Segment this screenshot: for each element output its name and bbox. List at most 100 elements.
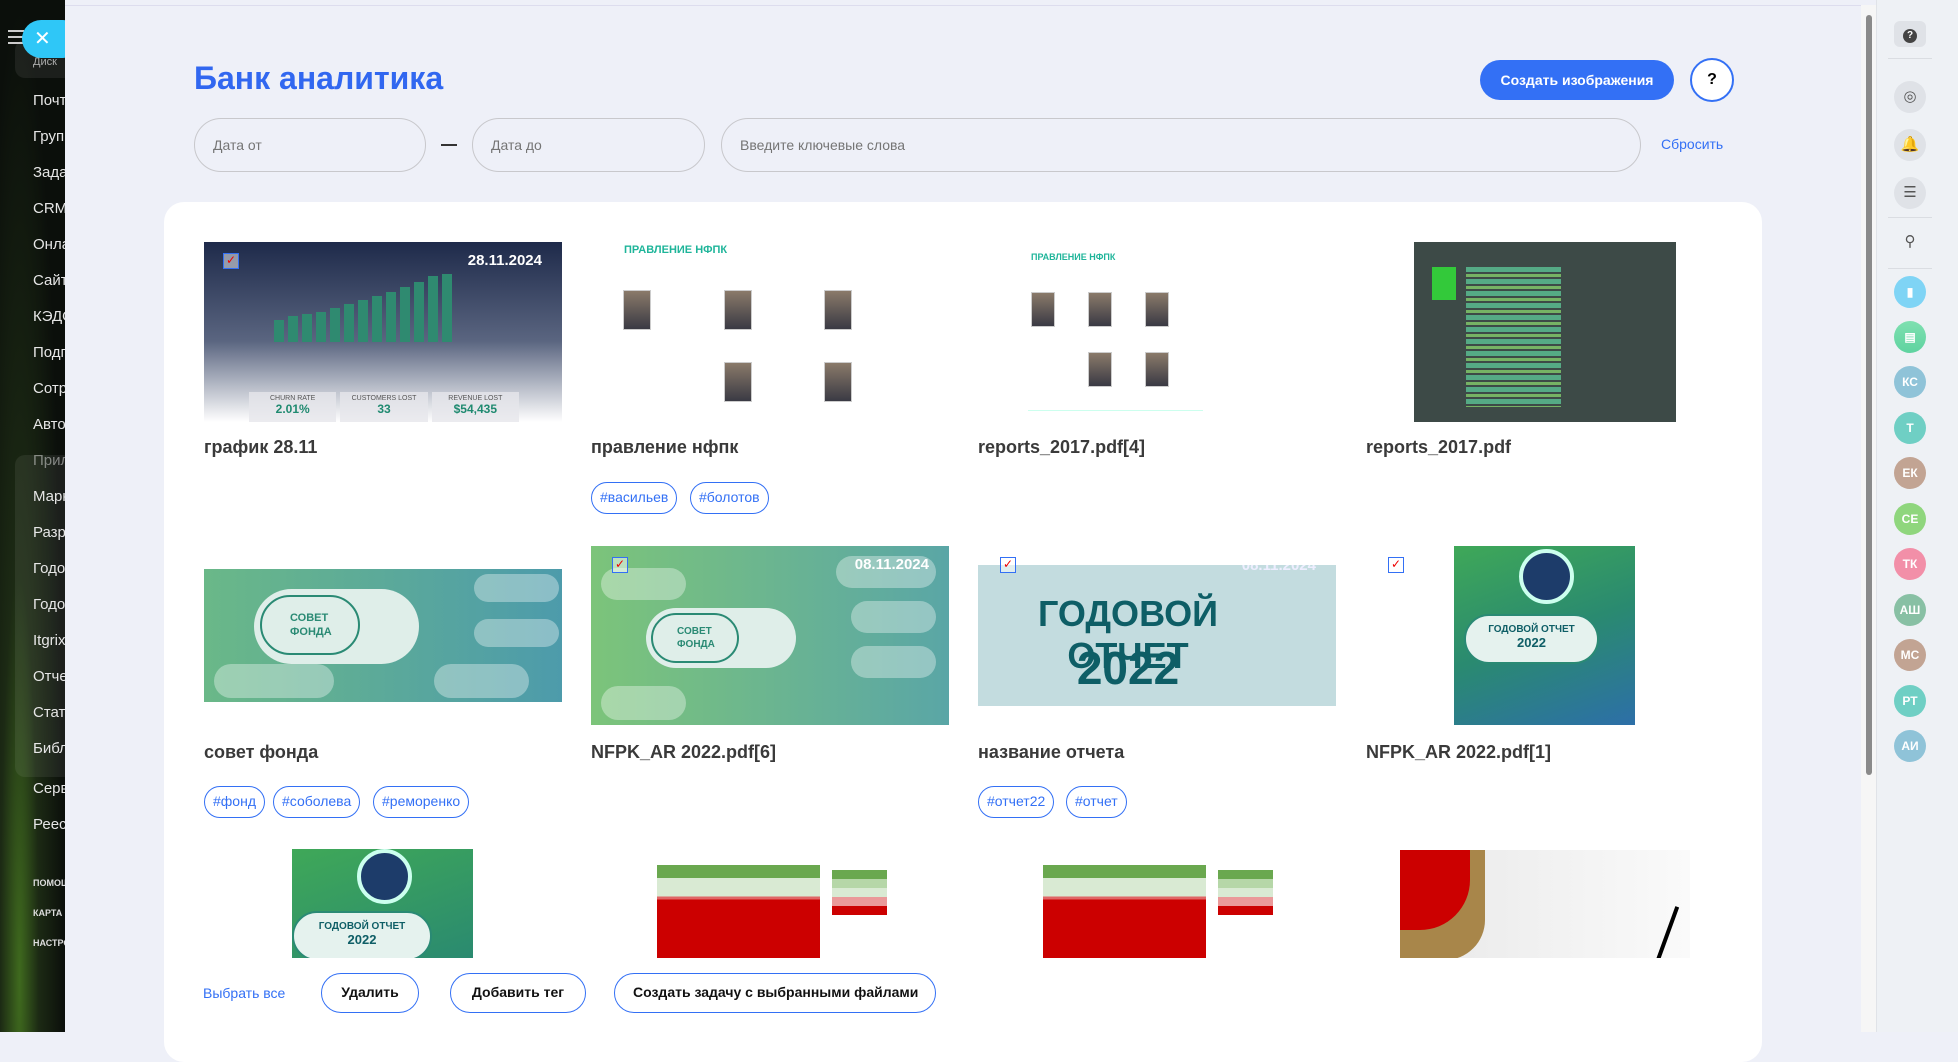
sidebar-item[interactable]: Сервисы [33, 780, 65, 797]
search-icon[interactable]: ⚲ [1894, 226, 1926, 258]
help-button[interactable]: ? [1690, 58, 1734, 102]
sidebar-item[interactable]: Itgrix [33, 632, 65, 649]
sidebar-footer-settings[interactable]: НАСТРОЙКИ [33, 938, 65, 948]
chart-bars [274, 272, 474, 342]
photo [1088, 352, 1112, 387]
item-caption[interactable]: NFPK_AR 2022.pdf[1] [1366, 742, 1551, 763]
divider [1888, 268, 1932, 269]
avatar[interactable]: АШ [1894, 593, 1926, 626]
avatar[interactable]: МС [1894, 639, 1926, 671]
sidebar-item[interactable]: CRM [33, 200, 65, 217]
date-overlay: 08.11.2024 [1241, 565, 1316, 574]
select-checkbox[interactable]: ✓ [1388, 557, 1404, 573]
chart-bar [400, 287, 410, 342]
sidebar-item[interactable]: Сотрудники [33, 380, 65, 397]
scrollbar[interactable] [1861, 5, 1876, 1032]
keywords-search-input[interactable] [721, 118, 1641, 172]
sidebar-item[interactable]: Отчеты [33, 668, 65, 685]
thumbnail-report-page[interactable]: ПРАВЛЕНИЕ НФПК [978, 242, 1336, 422]
thumbnail-spreadsheet[interactable] [1043, 865, 1273, 958]
thumbnail-annual-report[interactable]: 08.11.2024 ГОДОВОЙ ОТЧЕТ 2022 [978, 565, 1336, 706]
create-task-button[interactable]: Создать задачу с выбранными файлами [614, 973, 936, 1013]
delete-button[interactable]: Удалить [321, 973, 419, 1013]
news-icon[interactable]: ▤ [1894, 321, 1926, 353]
sidebar-item[interactable]: Библиотека [33, 740, 65, 757]
stat-label: CHURN RATE [269, 395, 316, 402]
sheet-legend [1218, 870, 1273, 930]
photo-shape [1654, 906, 1680, 958]
sidebar-item[interactable]: Автоматизация [33, 416, 65, 433]
item-caption[interactable]: NFPK_AR 2022.pdf[6] [591, 742, 776, 763]
sheet-legend [832, 870, 887, 930]
item-caption[interactable]: reports_2017.pdf[4] [978, 437, 1145, 458]
item-caption[interactable]: график 28.11 [204, 437, 317, 458]
photo [724, 290, 752, 330]
help-icon[interactable]: ? [1894, 21, 1926, 47]
sidebar-item[interactable]: Группы [33, 128, 65, 145]
tag-chip[interactable]: #васильев [591, 482, 678, 514]
select-all-link[interactable]: Выбрать все [203, 985, 285, 1001]
sidebar-item[interactable]: Подпись [33, 344, 65, 361]
sidebar-footer-help[interactable]: ПОМОЩЬ [33, 878, 65, 888]
sidebar-item[interactable]: Сайты [33, 272, 65, 289]
thumbnail-annual-report-cover[interactable]: ГОДОВОЙ ОТЧЕТ 2022 [1454, 546, 1635, 725]
sidebar-item[interactable]: Почта [33, 92, 65, 109]
tag-chip[interactable]: #болотов [690, 482, 769, 514]
avatar[interactable]: ЕК [1894, 457, 1926, 489]
sidebar-item[interactable]: Годовой [33, 560, 65, 577]
date-overlay: 28.11.2024 [467, 252, 542, 269]
thumbnail-board-infographic[interactable]: СОВЕТ ФОНДА [204, 569, 562, 702]
thumbnail-annual-report-cover[interactable]: ГОДОВОЙ ОТЧЕТ 2022 [292, 849, 473, 958]
sidebar-item[interactable]: Статистика [33, 704, 65, 721]
add-tag-button[interactable]: Добавить тег [450, 973, 586, 1013]
sidebar-item[interactable]: Маркет [33, 488, 65, 505]
tag-chip[interactable]: #отчет [1066, 786, 1127, 818]
divider [1888, 58, 1932, 59]
bell-icon[interactable]: 🔔 [1894, 129, 1926, 161]
thumbnail-board-infographic[interactable]: СОВЕТ ФОНДА 08.11.2024 [591, 546, 949, 725]
reset-filters-link[interactable]: Сбросить [1661, 136, 1723, 152]
sidebar-item[interactable]: Разработчикам [33, 524, 65, 541]
sidebar-item[interactable]: Задачи [33, 164, 65, 181]
item-caption[interactable]: название отчета [978, 742, 1124, 763]
avatar[interactable]: РТ [1894, 684, 1926, 717]
item-caption[interactable]: правление нфпк [591, 437, 738, 458]
create-images-button[interactable]: Создать изображения [1480, 60, 1674, 100]
date-from-input[interactable] [194, 118, 426, 172]
sidebar-item[interactable]: Приложения [33, 452, 65, 469]
avatar[interactable]: АИ [1894, 730, 1926, 762]
date-to-input[interactable] [472, 118, 705, 172]
tag-chip[interactable]: #соболева [273, 786, 361, 818]
sidebar-item[interactable]: КЭДО [33, 308, 65, 325]
stat-box: CUSTOMERS LOST 33 [340, 392, 428, 422]
badge-text: СОВЕТ ФОНДА [651, 613, 739, 663]
select-checkbox[interactable]: ✓ [1000, 557, 1016, 573]
thumbnail-board-slide[interactable]: ПРАВЛЕНИЕ НФПК [591, 242, 949, 422]
tag-chip[interactable]: #реморенко [373, 786, 470, 818]
tag-chip[interactable]: #фонд [204, 786, 265, 818]
avatar[interactable]: СЕ [1894, 502, 1926, 535]
avatar[interactable]: КС [1894, 366, 1926, 398]
chat-icon[interactable]: ☰ [1894, 177, 1926, 209]
thumbnail-photo[interactable] [1400, 850, 1690, 958]
info-pill [474, 619, 559, 647]
thumbnail-report-cover[interactable] [1414, 242, 1676, 422]
item-caption[interactable]: совет фонда [204, 742, 318, 763]
sidebar-item[interactable]: Годовой [33, 596, 65, 613]
tag-chip[interactable]: #отчет22 [978, 786, 1055, 818]
item-caption[interactable]: reports_2017.pdf [1366, 437, 1511, 458]
select-checkbox[interactable]: ✓ [223, 253, 239, 269]
avatar[interactable]: ТК [1894, 548, 1926, 580]
thumbnail-chart[interactable]: CHURN RATE 2.01% CUSTOMERS LOST 33 REVENUE… [204, 242, 562, 422]
chart-bar [330, 308, 340, 342]
sidebar-item[interactable]: Онлайн [33, 236, 65, 253]
cover-year: 2022 [1517, 635, 1546, 650]
bookmark-icon[interactable]: ▮ [1894, 276, 1926, 308]
copilot-icon[interactable]: ◎ [1894, 81, 1926, 113]
thumbnail-spreadsheet[interactable] [657, 865, 887, 958]
sidebar-item[interactable]: Реестр [33, 816, 65, 833]
sidebar-footer-map[interactable]: КАРТА [33, 908, 62, 918]
select-checkbox[interactable]: ✓ [612, 557, 628, 573]
avatar[interactable]: Т [1894, 411, 1926, 444]
scrollbar-thumb[interactable] [1866, 15, 1872, 775]
